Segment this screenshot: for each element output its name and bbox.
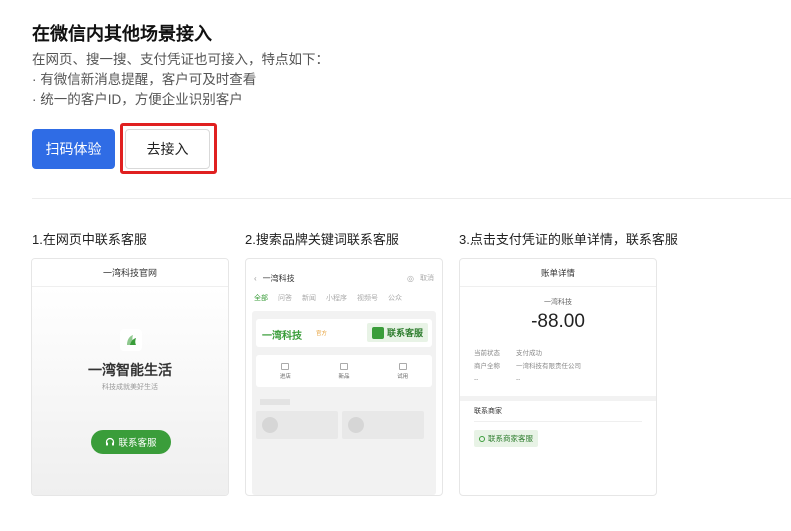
brand-name: 一湾科技 (262, 331, 302, 342)
gift-icon (339, 362, 348, 370)
section-separator (460, 396, 656, 401)
merchant-name: 一湾科技 (544, 299, 572, 306)
store-icon (281, 362, 290, 370)
feature-item: · 统一的客户ID，方便企业识别客户 (32, 92, 243, 107)
scan-experience-button[interactable]: 扫码体验 (32, 129, 115, 169)
card-header: 账单详情 (460, 259, 656, 287)
brand-result: 一湾科技 官方 联系客服 (256, 319, 432, 347)
feature-item: · 有微信新消息提醒，客户可及时查看 (32, 72, 257, 87)
button-label: 联系客服 (118, 438, 157, 449)
service-avatar-icon (371, 326, 384, 339)
button-label: 联系客服 (386, 328, 423, 338)
search-bar: ‹ 一湾科技 ◎ 取消 (246, 267, 442, 289)
contact-merchant-label: 联系商家 (474, 408, 502, 415)
tab-all: 全部 (254, 295, 268, 302)
trial-icon (398, 362, 407, 370)
step-label-2: 2.搜索品牌关键词联系客服 (245, 232, 399, 247)
headset-icon (106, 437, 115, 446)
tab-qa: 问答 (278, 295, 292, 302)
brand-logo-icon (120, 329, 142, 351)
step-label-3: 3.点击支付凭证的账单详情，联系客服 (459, 232, 678, 247)
detail-row: -- -- (474, 376, 521, 383)
step-label-1: 1.在网页中联系客服 (32, 232, 147, 247)
contact-service-button: 联系客服 (366, 323, 428, 342)
tab-channels: 视频号 (357, 295, 378, 302)
description-line: 在网页、搜一搜、支付凭证也可接入，特点如下： (32, 52, 329, 67)
card-body: 一湾智能生活 科技成就美好生活 联系客服 (32, 287, 228, 495)
tab-miniprogram: 小程序 (326, 295, 347, 302)
card-header: 一湾科技官网 (32, 259, 228, 287)
service-item: 进店 (279, 362, 291, 380)
preview-card-webpage: 一湾科技官网 一湾智能生活 科技成就美好生活 联系客服 (31, 258, 229, 496)
detail-row: 商户全称 一湾科技有限责任公司 (474, 363, 581, 370)
contact-merchant-service-button: 联系商家客服 (474, 430, 538, 447)
page-title: 在微信内其他场景接入 (32, 24, 212, 44)
placeholder-bar (260, 399, 290, 405)
service-item: 试用 (397, 362, 409, 380)
detail-row: 当前状态 支付成功 (474, 350, 542, 357)
button-label: 联系商家客服 (488, 434, 533, 443)
payment-amount: -88.00 (531, 311, 585, 332)
search-result-panel: 一湾科技 官方 联系客服 进店 新品 试用 (252, 311, 436, 495)
service-icon (479, 435, 485, 442)
preview-card-payment: 账单详情 一湾科技 -88.00 当前状态 支付成功 商户全称 一湾科技有限责任公司… (459, 258, 657, 496)
go-connect-button[interactable]: 去接入 (125, 129, 210, 169)
cancel-label: 取消 (420, 275, 434, 282)
brand-services: 进店 新品 试用 (256, 355, 432, 387)
brand-name: 一湾智能生活 (88, 362, 172, 378)
divider (474, 421, 642, 422)
mic-icon: ◎ (407, 273, 414, 283)
service-item: 新品 (338, 362, 350, 380)
search-tabs: 全部 问答 新闻 小程序 视频号 公众 (246, 293, 442, 303)
description: 在网页、搜一搜、支付凭证也可接入，特点如下： · 有微信新消息提醒，客户可及时查… (32, 50, 329, 110)
placeholder-card (256, 411, 338, 439)
contact-service-button: 联系客服 (91, 430, 171, 454)
official-tag: 官方 (316, 331, 328, 337)
chevron-left-icon: ‹ (254, 273, 257, 283)
divider (32, 198, 791, 199)
service-label: 新品 (338, 373, 350, 380)
tab-official: 公众 (388, 295, 402, 302)
service-label: 进店 (279, 373, 291, 380)
service-label: 试用 (397, 373, 409, 380)
tab-news: 新闻 (302, 295, 316, 302)
bill-details: 当前状态 支付成功 商户全称 一湾科技有限责任公司 -- -- (474, 347, 581, 386)
preview-card-search: ‹ 一湾科技 ◎ 取消 全部 问答 新闻 小程序 视频号 公众 一湾科技 官方 … (245, 258, 443, 496)
placeholder-card (342, 411, 424, 439)
search-query: 一湾科技 (262, 273, 295, 283)
brand-slogan: 科技成就美好生活 (102, 384, 158, 391)
